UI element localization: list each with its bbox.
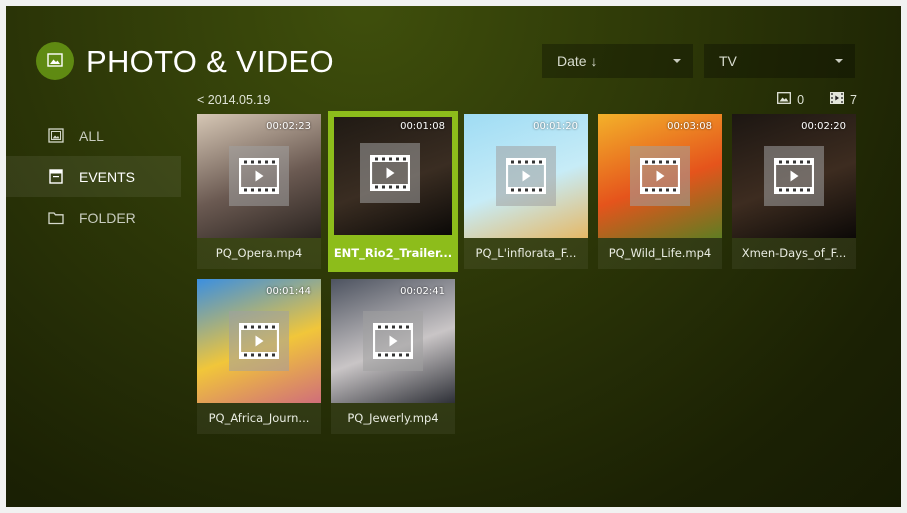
video-title: ENT_Rio2_Trailer... xyxy=(333,246,453,260)
video-duration: 00:02:20 xyxy=(801,121,846,132)
photo-count-icon xyxy=(777,92,792,107)
video-count: 7 xyxy=(850,92,857,107)
play-icon xyxy=(229,146,289,206)
video-duration: 00:01:20 xyxy=(533,121,578,132)
app-logo xyxy=(36,42,74,80)
folder-icon xyxy=(48,210,66,226)
page-title: PHOTO & VIDEO xyxy=(86,44,334,79)
video-duration: 00:03:08 xyxy=(667,121,712,132)
breadcrumb[interactable]: < 2014.05.19 xyxy=(197,93,270,107)
device-dropdown[interactable]: TV xyxy=(704,44,855,78)
chevron-down-icon xyxy=(673,59,681,63)
video-tile[interactable]: 00:01:20 PQ_L'inflorata_F... xyxy=(464,114,588,269)
video-count-icon xyxy=(830,92,845,107)
video-duration: 00:02:41 xyxy=(400,286,445,297)
sort-dropdown-value: Date ↓ xyxy=(557,53,598,69)
sidebar-item-label: ALL xyxy=(79,127,104,144)
chevron-down-icon xyxy=(835,59,843,63)
sidebar-item-events[interactable]: EVENTS xyxy=(6,156,181,197)
sidebar: ALL EVENTS FOLDER xyxy=(6,115,181,238)
video-tile[interactable]: 00:01:44 PQ_Africa_Journ... xyxy=(197,279,321,434)
video-tile[interactable]: 00:01:08 ENT_Rio2_Trailer... xyxy=(328,111,458,272)
calendar-icon xyxy=(48,169,66,185)
image-icon xyxy=(47,52,63,71)
play-icon xyxy=(630,146,690,206)
video-title: PQ_Wild_Life.mp4 xyxy=(608,246,712,260)
video-tile[interactable]: 00:02:20 Xmen-Days_of_F... xyxy=(732,114,856,269)
video-duration: 00:01:44 xyxy=(266,286,311,297)
video-title: PQ_L'inflorata_F... xyxy=(475,246,577,260)
play-icon xyxy=(360,143,420,203)
video-tile[interactable]: 00:02:23 PQ_Opera.mp4 xyxy=(197,114,321,269)
sidebar-item-folder[interactable]: FOLDER xyxy=(6,197,181,238)
video-duration: 00:01:08 xyxy=(400,121,445,132)
sidebar-item-label: FOLDER xyxy=(79,209,136,226)
sort-dropdown[interactable]: Date ↓ xyxy=(542,44,693,78)
media-counts: 0 7 xyxy=(777,92,857,107)
video-title: Xmen-Days_of_F... xyxy=(741,246,847,260)
play-icon xyxy=(496,146,556,206)
video-tile[interactable]: 00:03:08 PQ_Wild_Life.mp4 xyxy=(598,114,722,269)
play-icon xyxy=(363,311,423,371)
play-icon xyxy=(764,146,824,206)
video-title: PQ_Jewerly.mp4 xyxy=(347,411,439,425)
sidebar-item-all[interactable]: ALL xyxy=(6,115,181,156)
video-title: PQ_Africa_Journ... xyxy=(208,411,310,425)
photo-count: 0 xyxy=(797,92,805,107)
device-dropdown-value: TV xyxy=(719,53,737,69)
video-duration: 00:02:23 xyxy=(266,121,311,132)
play-icon xyxy=(229,311,289,371)
video-title: PQ_Opera.mp4 xyxy=(215,246,303,260)
video-tile[interactable]: 00:02:41 PQ_Jewerly.mp4 xyxy=(331,279,455,434)
image-gallery-icon xyxy=(48,128,66,144)
sidebar-item-label: EVENTS xyxy=(79,168,136,185)
app-window: PHOTO & VIDEO Date ↓ TV < 2014.05.19 0 7 xyxy=(6,6,901,507)
